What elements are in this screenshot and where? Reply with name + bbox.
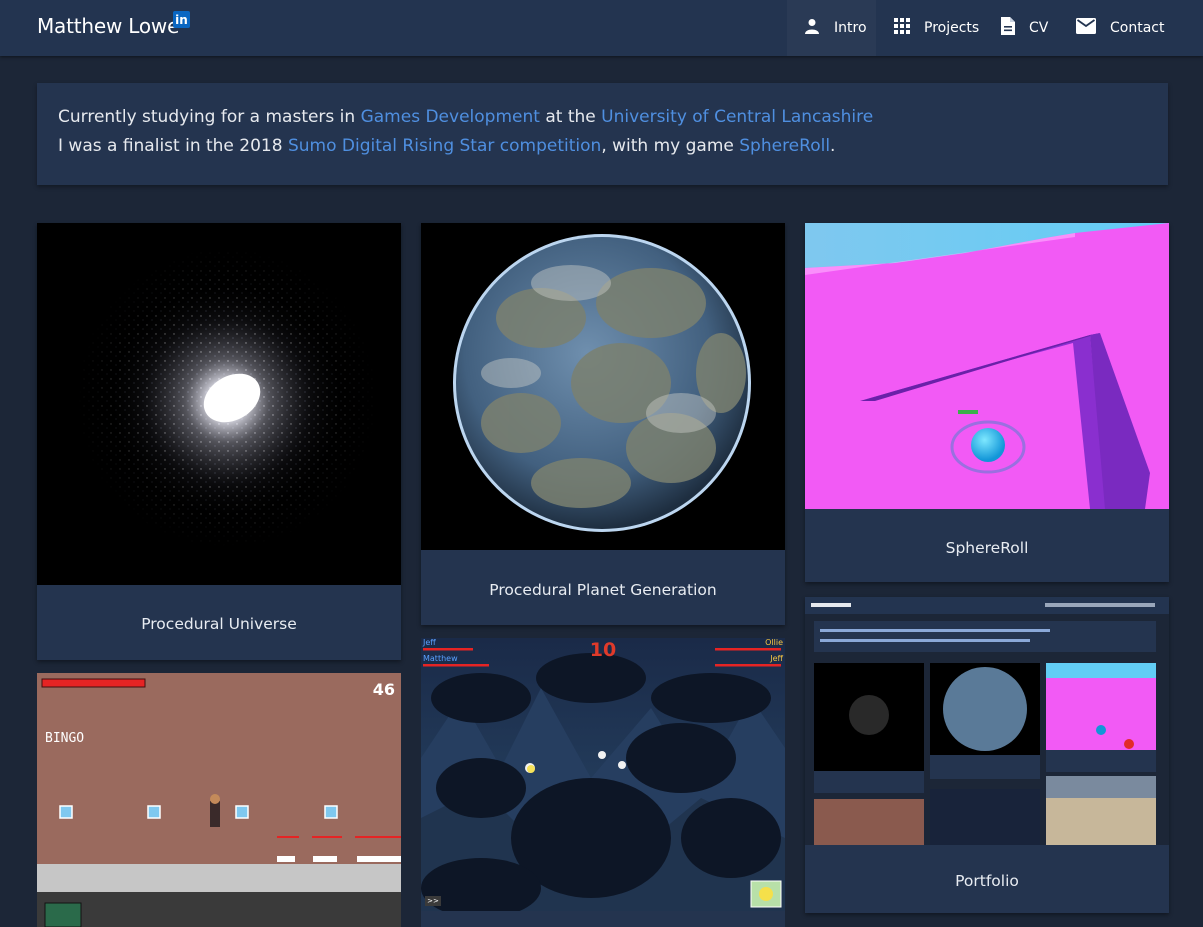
project-title[interactable]: Procedural Universe xyxy=(37,615,401,633)
intro-text: . xyxy=(830,136,836,156)
nav-contact[interactable]: Contact xyxy=(1076,0,1164,56)
navbar: Matthew Lowe in Intro Projects CV Contac… xyxy=(0,0,1203,56)
turn-timer: 10 xyxy=(589,639,617,661)
nav-cv[interactable]: CV xyxy=(1001,0,1048,56)
intro-line-1: Currently studying for a masters in Game… xyxy=(58,107,873,127)
intro-text: I was a finalist in the 2018 xyxy=(58,136,288,156)
intro-text: at the xyxy=(539,107,602,127)
project-title[interactable]: SphereRoll xyxy=(805,539,1169,557)
bingo-game-thumbnail[interactable]: 46 BINGO xyxy=(37,673,401,927)
game-score: 46 xyxy=(372,680,395,699)
nav-cv-label: CV xyxy=(1029,20,1049,36)
project-card-bingo-game[interactable]: 46 BINGO xyxy=(37,673,401,927)
sphereroll-thumbnail[interactable] xyxy=(805,223,1169,509)
project-card-procedural-planet[interactable]: Procedural Planet Generation xyxy=(421,223,785,625)
brand-name[interactable]: Matthew Lowe xyxy=(37,14,179,38)
nav-projects[interactable]: Projects xyxy=(894,0,979,56)
portfolio-thumbnail[interactable] xyxy=(805,597,1169,845)
linkedin-icon[interactable]: in xyxy=(173,11,190,28)
nav-intro-label: Intro xyxy=(834,20,867,36)
nav-projects-label: Projects xyxy=(924,20,980,36)
person-icon xyxy=(804,18,834,38)
games-development-link[interactable]: Games Development xyxy=(361,107,540,127)
nav-intro[interactable]: Intro xyxy=(787,0,876,56)
project-card-artillery-game[interactable]: Jeff Matthew Ollie Jeff 10 >> xyxy=(421,638,785,927)
nav-contact-label: Contact xyxy=(1110,20,1165,36)
intro-panel: Currently studying for a masters in Game… xyxy=(37,83,1168,185)
bingo-label: BINGO xyxy=(45,731,85,746)
project-card-sphereroll[interactable]: SphereRoll xyxy=(805,223,1169,582)
intro-line-2: I was a finalist in the 2018 Sumo Digita… xyxy=(58,136,835,156)
procedural-universe-thumbnail[interactable] xyxy=(37,223,401,585)
procedural-planet-thumbnail[interactable] xyxy=(421,223,785,550)
artillery-game-thumbnail[interactable]: Jeff Matthew Ollie Jeff 10 >> xyxy=(421,638,785,911)
mail-icon xyxy=(1076,18,1110,38)
intro-text: , with my game xyxy=(601,136,740,156)
sphereroll-link[interactable]: SphereRoll xyxy=(739,136,830,156)
grid-icon xyxy=(894,18,924,38)
project-title[interactable]: Procedural Planet Generation xyxy=(421,581,785,599)
project-card-portfolio[interactable]: Portfolio xyxy=(805,597,1169,913)
intro-text: Currently studying for a masters in xyxy=(58,107,361,127)
uclan-link[interactable]: University of Central Lancashire xyxy=(601,107,873,127)
skip-button[interactable]: >> xyxy=(425,896,441,906)
document-icon xyxy=(1001,17,1029,39)
project-title[interactable]: Portfolio xyxy=(805,872,1169,890)
sumo-digital-link[interactable]: Sumo Digital Rising Star competition xyxy=(288,136,601,156)
project-card-procedural-universe[interactable]: Procedural Universe xyxy=(37,223,401,660)
